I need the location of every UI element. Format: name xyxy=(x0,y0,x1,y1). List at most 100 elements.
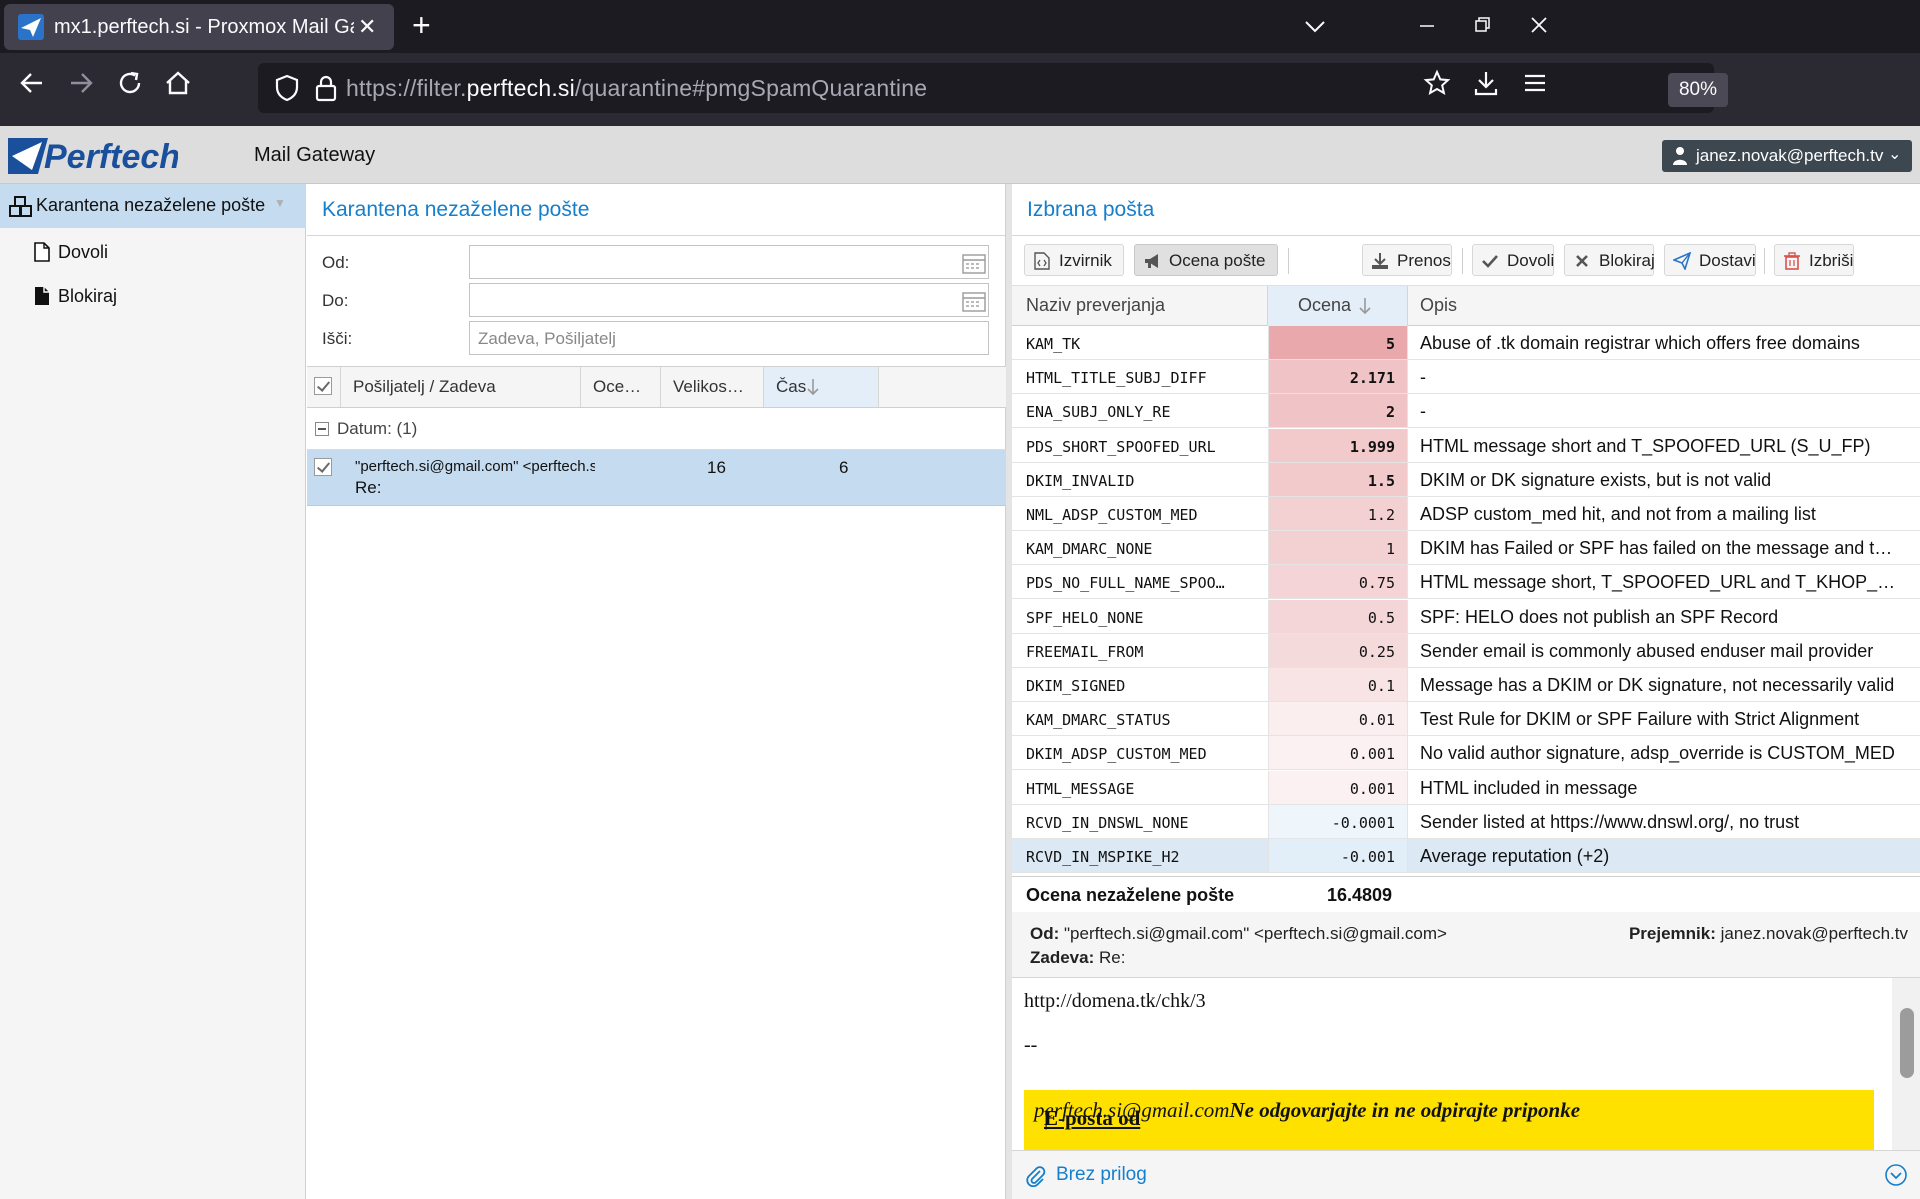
spam-rule-score-cell: 1.2 xyxy=(1268,497,1407,530)
cell-divider xyxy=(1407,531,1408,565)
delete-button[interactable]: Izbriši xyxy=(1774,244,1854,276)
file-solid-icon xyxy=(35,287,49,305)
spam-rule-score: 0.001 xyxy=(1349,779,1395,798)
scrollbar-thumb[interactable] xyxy=(1900,1008,1914,1078)
home-icon[interactable] xyxy=(159,69,197,107)
zoom-level-badge[interactable]: 80% xyxy=(1668,73,1728,107)
downloads-icon[interactable] xyxy=(1467,69,1505,107)
paper-plane-icon xyxy=(1673,252,1691,270)
cell-divider xyxy=(1407,565,1408,599)
spam-rule-score: 0.5 xyxy=(1367,608,1395,627)
spam-score-total-row: Ocena nezaželene pošte 16.4809 xyxy=(1012,876,1920,912)
select-all-column[interactable] xyxy=(307,367,341,407)
block-button[interactable]: Blokiraj xyxy=(1564,244,1655,276)
restore-window-icon[interactable] xyxy=(1474,14,1492,40)
minimize-window-icon[interactable] xyxy=(1418,14,1436,40)
spam-rule-row[interactable]: DKIM_INVALID 1.5 DKIM or DK signature exis… xyxy=(1012,462,1920,497)
select-all-checkbox[interactable] xyxy=(314,377,332,395)
spam-rule-row[interactable]: RCVD_IN_MSPIKE_H2 -0.001 Average reputatio… xyxy=(1012,839,1920,873)
calendar-icon[interactable] xyxy=(962,290,986,312)
cell-divider xyxy=(1268,531,1269,565)
mail-row[interactable]: "perftech.si@gmail.com" <perftech.si… Re… xyxy=(307,450,1006,506)
column-size[interactable]: Velikos… xyxy=(661,367,764,407)
back-arrow-icon[interactable] xyxy=(13,69,51,107)
spam-rule-score: 0.25 xyxy=(1358,642,1395,661)
spam-rule-score-cell: -0.001 xyxy=(1268,839,1407,872)
reload-icon[interactable] xyxy=(111,69,149,107)
spam-rule-row[interactable]: RCVD_IN_DNSWL_NONE -0.0001 Sender listed a… xyxy=(1012,804,1920,839)
lock-icon[interactable] xyxy=(314,73,338,103)
url-path: /quarantine#pmgSpamQuarantine xyxy=(574,75,928,101)
mail-body-link[interactable]: http://domena.tk/chk/3 xyxy=(1024,990,1206,1013)
spam-rule-row[interactable]: DKIM_ADSP_CUSTOM_MED 0.001 No valid author… xyxy=(1012,736,1920,771)
spam-rule-row[interactable]: SPF_HELO_NONE 0.5 SPF: HELO does not publi… xyxy=(1012,599,1920,634)
spam-rule-row[interactable]: FREEMAIL_FROM 0.25 Sender email is commonl… xyxy=(1012,633,1920,668)
mail-body-scrollbar[interactable] xyxy=(1892,978,1920,1150)
attachments-bar[interactable]: Brez prilog xyxy=(1012,1150,1920,1199)
cell-divider xyxy=(1268,462,1269,496)
spam-rule-row[interactable]: ENA_SUBJ_ONLY_RE 2 - xyxy=(1012,394,1920,429)
nav-item-block[interactable]: Blokiraj xyxy=(0,276,306,316)
to-date-label: Do: xyxy=(322,291,349,310)
nav-item-label: Dovoli xyxy=(58,242,109,262)
spam-rule-score-cell: 0.001 xyxy=(1268,770,1407,804)
mail-grid-header: Pošiljatelj / Zadeva Oce… Velikos… Čas xyxy=(307,366,1006,408)
spam-info-button[interactable]: Ocena pošte xyxy=(1134,244,1278,276)
column-rule-name[interactable]: Naziv preverjanja xyxy=(1012,286,1268,326)
date-group-row[interactable]: Datum: (1) xyxy=(307,408,1006,450)
expand-circle-icon[interactable] xyxy=(1884,1163,1908,1187)
user-menu-button[interactable]: janez.novak@perftech.tv ⌄ xyxy=(1662,140,1912,172)
spam-rule-row[interactable]: PDS_NO_FULL_NAME_SPOO… 0.75 HTML message s… xyxy=(1012,565,1920,600)
collapse-group-icon[interactable] xyxy=(315,422,329,436)
menu-hamburger-icon[interactable] xyxy=(1516,69,1554,107)
tracking-protection-shield-icon[interactable] xyxy=(274,74,300,102)
from-date-row: Od: xyxy=(307,243,1006,281)
tab-close-icon[interactable]: ✕ xyxy=(358,14,376,40)
deliver-button[interactable]: Dostavi xyxy=(1664,244,1756,276)
paperclip-icon xyxy=(1026,1166,1046,1187)
column-sender[interactable]: Pošiljatelj / Zadeva xyxy=(341,367,581,407)
column-rule-desc[interactable]: Opis xyxy=(1408,286,1920,326)
search-input[interactable]: Zadeva, Pošiljatelj xyxy=(469,321,989,355)
spam-rule-row[interactable]: KAM_DMARC_NONE 1 DKIM has Failed or SPF ha… xyxy=(1012,531,1920,566)
to-date-input[interactable] xyxy=(469,283,989,317)
spam-rule-description: HTML message short, T_SPOOFED_URL and T_… xyxy=(1420,572,1896,593)
column-score[interactable]: Oce… xyxy=(581,367,661,407)
spam-rule-row[interactable]: PDS_SHORT_SPOOFED_URL 1.999 HTML message s… xyxy=(1012,428,1920,463)
spam-rule-row[interactable]: HTML_TITLE_SUBJ_DIFF 2.171 - xyxy=(1012,360,1920,395)
toolbar-separator xyxy=(1462,248,1463,274)
nav-spam-quarantine[interactable]: Karantena nezaželene pošte ▼ xyxy=(0,184,306,228)
from-date-input[interactable] xyxy=(469,245,989,279)
source-button[interactable]: Izvirnik xyxy=(1024,244,1124,276)
download-button[interactable]: Prenos xyxy=(1362,244,1452,276)
mail-body-preview[interactable]: http://domena.tk/chk/3 -- E-posta od: pe… xyxy=(1012,978,1920,1150)
browser-tab[interactable]: mx1.perftech.si - Proxmox Mail Gateway ✕ xyxy=(4,4,394,50)
calendar-icon[interactable] xyxy=(962,252,986,274)
nav-item-label: Blokiraj xyxy=(58,286,118,306)
spam-rules-header: Naziv preverjanja Ocena Opis xyxy=(1012,286,1920,326)
spam-rule-row[interactable]: HTML_MESSAGE 0.001 HTML included in messag… xyxy=(1012,770,1920,805)
cell-divider xyxy=(1407,668,1408,701)
spam-rule-name: RCVD_IN_MSPIKE_H2 xyxy=(1026,848,1180,866)
allow-button[interactable]: Dovoli xyxy=(1472,244,1554,276)
mail-header-info: Od: "perftech.si@gmail.com" <perftech.si… xyxy=(1012,912,1920,978)
spam-rule-name: HTML_MESSAGE xyxy=(1026,779,1135,798)
bookmark-star-icon[interactable] xyxy=(1418,69,1456,107)
spam-rule-score-cell: 2 xyxy=(1268,394,1407,428)
spam-rule-row[interactable]: KAM_TK 5 Abuse of .tk domain registrar whi… xyxy=(1012,326,1920,360)
spam-rule-row[interactable]: NML_ADSP_CUSTOM_MED 1.2 ADSP custom_med hi… xyxy=(1012,497,1920,531)
spam-rule-description: Average reputation (+2) xyxy=(1420,846,1610,866)
list-all-tabs-icon[interactable] xyxy=(1304,14,1326,40)
column-time[interactable]: Čas xyxy=(764,367,879,407)
left-navigation: Karantena nezaželene pošte ▼ Dovoli Blok… xyxy=(0,184,306,1199)
close-window-icon[interactable] xyxy=(1530,14,1548,40)
spam-rule-row[interactable]: KAM_DMARC_STATUS 0.01 Test Rule for DKIM o… xyxy=(1012,702,1920,737)
url-text[interactable]: https://filter.perftech.si/quarantine#pm… xyxy=(346,75,927,102)
mail-row-checkbox[interactable] xyxy=(314,458,332,476)
new-tab-icon[interactable]: + xyxy=(412,9,431,41)
nav-item-allow[interactable]: Dovoli xyxy=(0,232,306,272)
forward-arrow-icon[interactable] xyxy=(62,69,100,107)
spam-rule-name: NML_ADSP_CUSTOM_MED xyxy=(1026,506,1198,524)
column-rule-score[interactable]: Ocena xyxy=(1268,286,1408,326)
spam-rule-row[interactable]: DKIM_SIGNED 0.1 Message has a DKIM or DK s… xyxy=(1012,668,1920,702)
